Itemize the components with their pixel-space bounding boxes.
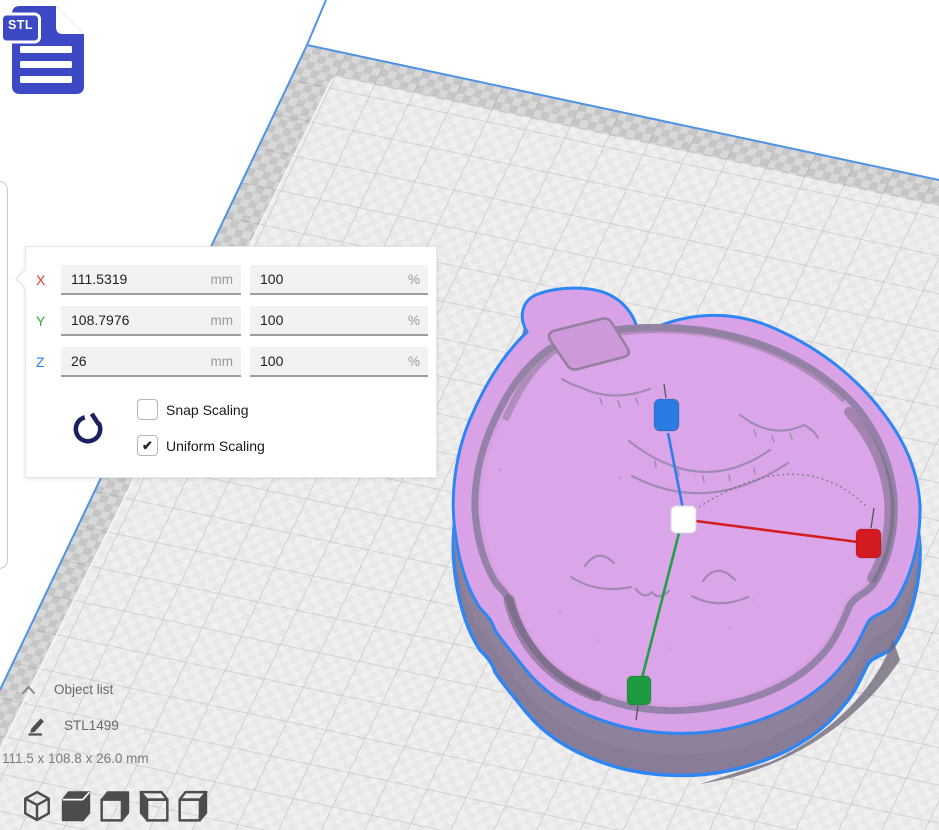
object-name: STL1499 [64, 717, 119, 733]
gizmo-handle-z-blue[interactable] [653, 398, 680, 432]
cube-right-view-icon [178, 790, 208, 822]
cube-3d-view-icon [24, 790, 50, 822]
object-dimensions: 111.5 x 108.8 x 26.0 mm [2, 751, 149, 766]
cube-top-view-icon [100, 791, 130, 822]
gizmo-handle-y-green[interactable] [626, 675, 652, 706]
view-preset-toolbar [22, 790, 208, 822]
y-size-unit: mm [210, 313, 234, 328]
scale-tool-panel: X mm % Y mm % Z [15, 246, 437, 478]
stl-document-icon [0, 6, 84, 94]
z-percent-input[interactable] [250, 347, 428, 375]
snap-scaling-checkbox[interactable] [137, 399, 158, 420]
z-percent-field: % [250, 347, 428, 377]
uniform-scaling-check-glyph: ✔ [142, 438, 153, 453]
snap-scaling-label: Snap Scaling [166, 401, 249, 418]
stl-badge-label: STL [7, 18, 34, 32]
x-percent-unit: % [407, 272, 420, 287]
view-button-front[interactable] [61, 790, 91, 822]
application-window: STL X mm % Y mm % [0, 0, 939, 830]
z-percent-unit: % [407, 354, 420, 369]
z-size-field: mm [61, 347, 241, 377]
x-percent-input[interactable] [250, 265, 428, 293]
cube-left-view-icon [139, 790, 169, 822]
object-list-header[interactable]: Object list [20, 682, 113, 697]
view-button-right-side[interactable] [178, 790, 208, 822]
y-percent-field: % [250, 306, 428, 336]
uniform-scaling-checkbox[interactable]: ✔ [137, 435, 158, 456]
z-size-unit: mm [210, 354, 234, 369]
gizmo-handle-center-white[interactable] [670, 505, 697, 534]
view-button-left-side[interactable] [139, 790, 169, 822]
gizmo-handle-x-red[interactable] [855, 528, 882, 559]
object-list-title: Object list [54, 682, 114, 697]
y-size-field: mm [61, 306, 241, 336]
axis-label-z: Z [36, 354, 45, 370]
reset-icon [73, 412, 103, 444]
view-button-top[interactable] [100, 790, 130, 822]
axis-label-x: X [36, 272, 46, 288]
y-percent-unit: % [407, 313, 420, 328]
object-list-item[interactable]: STL1499 [26, 714, 119, 736]
uniform-scaling-label: Uniform Scaling [166, 437, 265, 454]
stl-file-icon: STL [0, 0, 94, 100]
cube-front-view-icon [61, 791, 91, 822]
reset-scale-button[interactable] [70, 410, 106, 446]
x-size-field: mm [61, 265, 241, 295]
edit-pencil-icon [28, 718, 44, 736]
x-size-unit: mm [210, 272, 234, 287]
view-button-3d[interactable] [22, 790, 52, 822]
chevron-up-icon [22, 685, 35, 694]
collapsed-left-panel[interactable] [0, 181, 8, 569]
y-percent-input[interactable] [250, 306, 428, 334]
axis-label-y: Y [36, 313, 46, 329]
x-percent-field: % [250, 265, 428, 295]
